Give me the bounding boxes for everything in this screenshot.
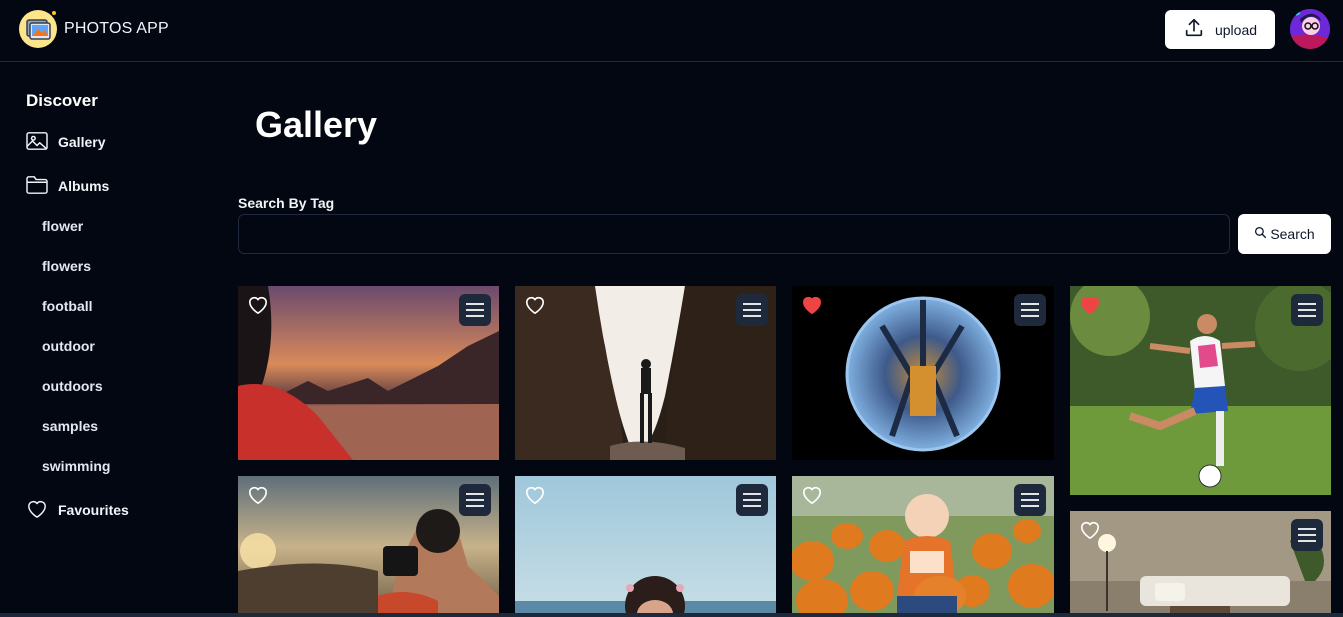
page-title: Gallery — [255, 104, 378, 145]
favourite-toggle[interactable] — [1079, 520, 1101, 540]
heart-icon — [802, 486, 822, 505]
menu-icon — [1021, 303, 1039, 317]
search-button[interactable]: Search — [1238, 214, 1331, 254]
folder-icon — [26, 175, 48, 198]
app-logo-icon[interactable] — [18, 9, 58, 49]
sidebar-item-label: Gallery — [58, 134, 106, 150]
favourite-toggle[interactable] — [801, 295, 823, 315]
menu-icon — [1021, 493, 1039, 507]
search-input[interactable] — [238, 214, 1230, 254]
favourite-toggle[interactable] — [247, 295, 269, 315]
photo-card[interactable] — [1070, 286, 1331, 495]
sidebar: Discover Gallery Albums flower flowers f… — [0, 62, 230, 617]
upload-label: upload — [1214, 21, 1258, 38]
sidebar-item-favourites[interactable]: Favourites — [26, 498, 129, 522]
favourite-toggle[interactable] — [1079, 295, 1101, 315]
album-item-flower[interactable]: flower — [42, 218, 83, 234]
search-button-label: Search — [1270, 226, 1315, 242]
favourite-toggle[interactable] — [524, 295, 546, 315]
heart-icon — [1080, 521, 1100, 540]
photo-menu-button[interactable] — [736, 294, 768, 326]
menu-icon — [466, 493, 484, 507]
photo-menu-button[interactable] — [459, 484, 491, 516]
favourite-toggle[interactable] — [801, 485, 823, 505]
user-avatar[interactable] — [1290, 9, 1330, 49]
heart-icon — [26, 499, 48, 522]
menu-icon — [1298, 303, 1316, 317]
heart-icon — [525, 486, 545, 505]
photo-card[interactable] — [515, 286, 776, 460]
upload-button[interactable]: upload — [1165, 10, 1275, 49]
sidebar-item-gallery[interactable]: Gallery — [26, 130, 105, 154]
photo-menu-button[interactable] — [1014, 294, 1046, 326]
photo-menu-button[interactable] — [1014, 484, 1046, 516]
sidebar-item-albums[interactable]: Albums — [26, 174, 109, 198]
photo-menu-button[interactable] — [736, 484, 768, 516]
photo-card[interactable] — [238, 286, 499, 460]
heart-filled-icon — [1080, 296, 1100, 315]
photo-card[interactable] — [515, 476, 776, 617]
photo-menu-button[interactable] — [1291, 519, 1323, 551]
album-item-samples[interactable]: samples — [42, 418, 98, 434]
sidebar-item-label: Favourites — [58, 502, 129, 518]
album-item-outdoors[interactable]: outdoors — [42, 378, 103, 394]
search-icon — [1254, 226, 1267, 242]
sidebar-heading: Discover — [26, 91, 98, 110]
album-item-swimming[interactable]: swimming — [42, 458, 110, 474]
heart-icon — [525, 296, 545, 315]
album-item-football[interactable]: football — [42, 298, 93, 314]
photo-menu-button[interactable] — [1291, 294, 1323, 326]
photo-card[interactable] — [792, 476, 1054, 617]
favourite-toggle[interactable] — [247, 485, 269, 505]
heart-icon — [248, 486, 268, 505]
album-item-outdoor[interactable]: outdoor — [42, 338, 95, 354]
photo-card[interactable] — [238, 476, 499, 617]
menu-icon — [743, 303, 761, 317]
photo-menu-button[interactable] — [459, 294, 491, 326]
image-icon — [26, 131, 48, 154]
album-item-flowers[interactable]: flowers — [42, 258, 91, 274]
horizontal-scrollbar[interactable] — [0, 613, 1343, 617]
menu-icon — [1298, 528, 1316, 542]
app-title: PHOTOS APP — [64, 20, 169, 37]
favourite-toggle[interactable] — [524, 485, 546, 505]
menu-icon — [466, 303, 484, 317]
photo-card[interactable] — [792, 286, 1054, 460]
heart-icon — [248, 296, 268, 315]
heart-filled-icon — [802, 296, 822, 315]
upload-icon — [1183, 17, 1205, 42]
photo-card[interactable] — [1070, 511, 1331, 617]
search-label: Search By Tag — [238, 195, 335, 211]
sidebar-item-label: Albums — [58, 178, 110, 194]
menu-icon — [743, 493, 761, 507]
top-bar: PHOTOS APP upload — [0, 0, 1343, 62]
